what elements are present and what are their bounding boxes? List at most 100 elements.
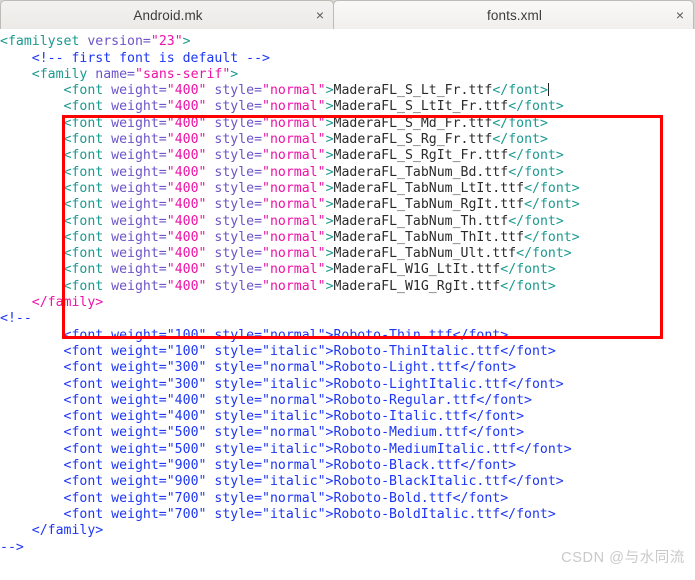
code-token: "400" (166, 164, 207, 180)
code-token: > (325, 229, 334, 245)
code-token: </font> (516, 246, 572, 262)
code-token: name= (95, 66, 135, 82)
close-icon[interactable]: × (307, 8, 333, 22)
code-line: <font weight="100" style="normal">Roboto… (0, 328, 695, 344)
code-token: weight= (111, 115, 167, 131)
code-token: weight= (111, 132, 167, 148)
code-token: > (182, 34, 191, 50)
code-token: > (230, 66, 239, 82)
code-token: weight= (111, 246, 167, 262)
code-line: <font weight="400" style="normal">Roboto… (0, 393, 695, 409)
code-token: style= (206, 180, 263, 196)
code-token: weight= (111, 148, 167, 164)
tab-label: Android.mk (133, 7, 203, 23)
code-token: style= (206, 99, 263, 115)
code-line: <font weight="500" style="italic">Roboto… (0, 442, 695, 458)
code-token: MaderaFL_S_Lt_Fr.ttf (333, 83, 493, 99)
code-token: weight= (111, 278, 167, 294)
code-token: > (325, 99, 334, 115)
code-token: weight= (111, 197, 167, 213)
code-token: > (325, 246, 334, 262)
code-token: <font (63, 180, 112, 196)
code-token: <font weight="500" style="italic">Roboto… (63, 441, 572, 457)
code-token: <font weight="700" style="normal">Roboto… (63, 490, 509, 506)
code-token: </font> (492, 83, 548, 99)
code-token: "normal" (262, 83, 326, 99)
code-token: weight= (111, 164, 167, 180)
code-token: MaderaFL_S_LtIt_Fr.ttf (333, 99, 509, 115)
text-cursor (547, 83, 549, 97)
code-token: <font (63, 278, 112, 294)
code-token: </font> (508, 148, 564, 164)
code-token: MaderaFL_W1G_LtIt.ttf (333, 262, 501, 278)
code-line: <!-- (0, 311, 695, 327)
code-line: <family name="sans-serif"> (0, 67, 695, 83)
code-token: "normal" (262, 99, 326, 115)
code-token: "normal" (262, 213, 326, 229)
code-token: MaderaFL_S_Md_Fr.ttf (333, 115, 493, 131)
code-token: "400" (166, 213, 207, 229)
code-token: <font weight="900" style="italic">Roboto… (63, 474, 564, 490)
code-token: MaderaFL_S_RgIt_Fr.ttf (333, 148, 509, 164)
code-token: <font weight="700" style="italic">Roboto… (63, 506, 556, 522)
code-token: > (325, 180, 334, 196)
code-token: style= (206, 213, 263, 229)
code-token: <font weight="300" style="normal">Roboto… (63, 360, 517, 376)
code-token: </font> (508, 213, 564, 229)
code-token: style= (206, 278, 263, 294)
code-line: <font weight="400" style="normal">Madera… (0, 246, 695, 262)
code-token: <family (31, 66, 96, 82)
code-token: weight= (111, 83, 167, 99)
code-token: "normal" (262, 197, 326, 213)
code-token: <font (63, 115, 112, 131)
code-token: </font> (524, 197, 580, 213)
code-token: <font (63, 229, 112, 245)
code-line: <font weight="400" style="normal">Madera… (0, 165, 695, 181)
code-token: <font (63, 262, 112, 278)
code-line: <font weight="400" style="normal">Madera… (0, 214, 695, 230)
close-icon[interactable]: × (667, 8, 693, 22)
code-token: <font weight="100" style="normal">Roboto… (63, 327, 509, 343)
code-token: style= (206, 246, 263, 262)
code-token: style= (206, 262, 263, 278)
code-token: <font weight="400" style="normal">Roboto… (63, 392, 532, 408)
code-token: <font weight="100" style="italic">Roboto… (63, 343, 556, 359)
code-token: "400" (166, 278, 207, 294)
tab-android-mk[interactable]: Android.mk × (0, 0, 334, 29)
code-line: <font weight="400" style="normal">Madera… (0, 262, 695, 278)
code-line: <font weight="700" style="italic">Roboto… (0, 507, 695, 523)
tab-fonts-xml[interactable]: fonts.xml × (333, 0, 694, 29)
code-token: style= (206, 148, 263, 164)
code-token: </family> (31, 295, 104, 311)
code-editor[interactable]: ?><familyset version="23"> <!-- first fo… (0, 29, 695, 580)
code-token: </font> (524, 180, 580, 196)
code-token: > (325, 278, 334, 294)
code-token: </font> (508, 164, 564, 180)
code-token: weight= (111, 262, 167, 278)
code-token: "sans-serif" (135, 66, 231, 82)
code-line: </family> (0, 523, 695, 539)
code-content[interactable]: ?><familyset version="23"> <!-- first fo… (0, 29, 695, 556)
code-token: </font> (500, 278, 556, 294)
code-token: <font (63, 213, 112, 229)
code-line: <font weight="400" style="normal">Madera… (0, 99, 695, 115)
code-token: <font (63, 132, 112, 148)
code-line: <font weight="900" style="italic">Roboto… (0, 474, 695, 490)
code-token: "400" (166, 229, 207, 245)
